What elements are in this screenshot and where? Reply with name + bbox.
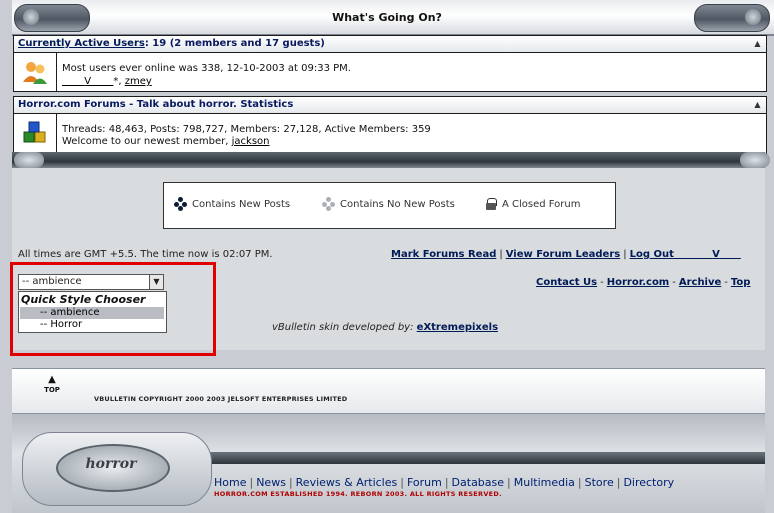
- bottom-left-cap: [14, 152, 44, 168]
- back-to-top-button[interactable]: ▲ TOP: [40, 374, 64, 400]
- stats-panel: Threads: 48,463, Posts: 798,727, Members…: [13, 113, 767, 154]
- newest-member-line: Welcome to our newest member, jackson: [62, 136, 270, 147]
- forum-stats-text: Threads: 48,463, Posts: 798,727, Members…: [62, 124, 431, 135]
- nav-forum[interactable]: Forum: [407, 476, 442, 489]
- active-users-panel: Most users ever online was 338, 12-10-20…: [13, 52, 767, 92]
- collapse-icon[interactable]: ▲: [753, 39, 762, 48]
- newest-member-link[interactable]: jackson: [232, 136, 270, 147]
- arrow-up-icon: ▲: [48, 374, 56, 385]
- established-text: HORROR.COM ESTABLISHED 1994. REBORN 2003…: [214, 490, 502, 498]
- nav-home[interactable]: Home: [214, 476, 246, 489]
- extremepixels-link[interactable]: eXtremepixels: [417, 322, 498, 333]
- archive-link[interactable]: Archive: [679, 277, 721, 288]
- nav-directory[interactable]: Directory: [623, 476, 674, 489]
- users-icon-cell: [14, 53, 57, 91]
- icon-legend: Contains New Posts Contains No New Posts…: [163, 182, 616, 229]
- site-links: Contact Us - Horror.com - Archive - Top: [536, 277, 751, 288]
- mark-forums-read-link[interactable]: Mark Forums Read: [391, 249, 496, 260]
- highlight-frame: [10, 262, 216, 356]
- copyright-text: VBULLETIN COPYRIGHT 2000 2003 JELSOFT EN…: [94, 395, 348, 403]
- online-members-list: V *, zmey: [62, 76, 152, 87]
- horror-home-link[interactable]: Horror.com: [607, 277, 670, 288]
- legend-no-new-posts: Contains No New Posts: [322, 197, 455, 211]
- view-forum-leaders-link[interactable]: View Forum Leaders: [506, 249, 620, 260]
- active-users-link[interactable]: Currently Active Users: [18, 38, 145, 49]
- logout-link[interactable]: Log Out V: [630, 249, 741, 260]
- panel-bottom-bar: [12, 152, 765, 168]
- section-title: What's Going On?: [332, 11, 442, 24]
- new-posts-icon: [174, 197, 188, 211]
- legend-closed-forum: A Closed Forum: [484, 197, 581, 211]
- record-users-text: Most users ever online was 338, 12-10-20…: [62, 63, 351, 74]
- copyright-band: [12, 368, 765, 414]
- users-icon: [23, 62, 47, 84]
- nav-multimedia[interactable]: Multimedia: [514, 476, 575, 489]
- contact-us-link[interactable]: Contact Us: [536, 277, 597, 288]
- active-users-count: : 19 (2 members and 17 guests): [144, 38, 325, 49]
- stats-cubes-icon: [23, 121, 46, 143]
- member-link-v[interactable]: V: [62, 76, 113, 87]
- nav-reviews[interactable]: Reviews & Articles: [296, 476, 398, 489]
- member-link-zmey[interactable]: zmey: [125, 76, 152, 87]
- collapse-icon[interactable]: ▲: [753, 100, 762, 109]
- active-users-heading: Currently Active Users: 19 (2 members an…: [13, 35, 767, 52]
- skin-credit: vBulletin skin developed by: eXtremepixe…: [272, 322, 499, 333]
- top-link[interactable]: Top: [731, 277, 751, 288]
- timezone-text: All times are GMT +5.5. The time now is …: [18, 249, 273, 260]
- footer-shelf: [190, 452, 765, 464]
- stats-icon-cell: [14, 114, 57, 153]
- footer-links: Mark Forums Read | View Forum Leaders | Log …: [391, 249, 741, 260]
- nav-news[interactable]: News: [256, 476, 286, 489]
- closed-lock-icon: [484, 197, 498, 211]
- legend-new-posts: Contains New Posts: [174, 197, 290, 211]
- nav-store[interactable]: Store: [585, 476, 614, 489]
- nav-database[interactable]: Database: [452, 476, 505, 489]
- bottom-right-cap: [740, 152, 770, 168]
- no-new-posts-icon: [322, 197, 336, 211]
- stats-heading: Horror.com Forums - Talk about horror. S…: [13, 96, 767, 113]
- horror-logo[interactable]: horror: [56, 456, 166, 472]
- site-nav: Home | News | Reviews & Articles | Forum | Datab…: [214, 476, 675, 489]
